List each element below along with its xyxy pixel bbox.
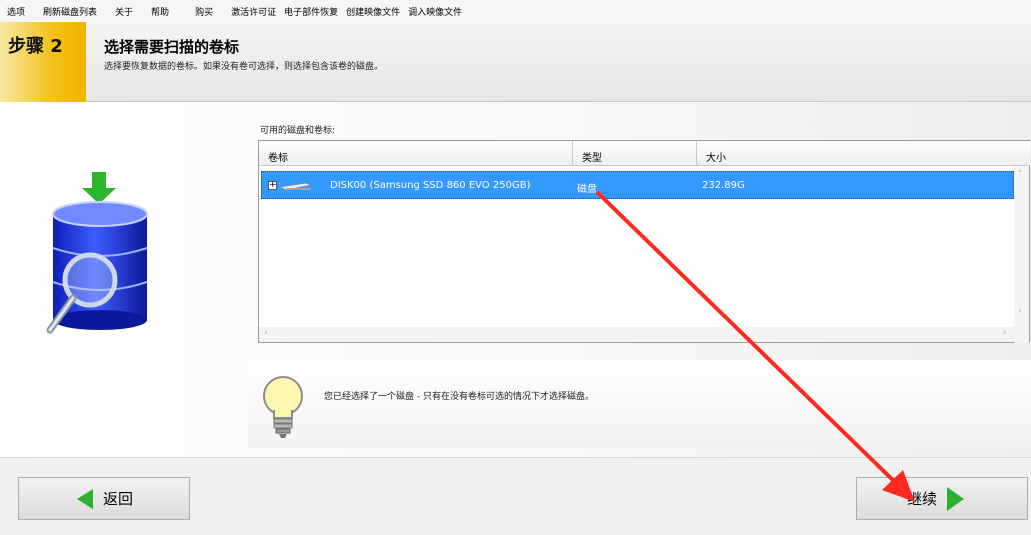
scroll-up-icon[interactable]: ˄ [1018, 170, 1023, 180]
vertical-scrollbar[interactable]: ˄ ˅ [1014, 166, 1029, 343]
menu-bar: 选项 刷新磁盘列表 关于 帮助 购买 激活许可证 电子部件恢复 创建映像文件 调… [0, 0, 1031, 22]
main-panel: 可用的磁盘和卷标: 卷标 类型 大小 + DISK00 (Samsung SSD… [0, 102, 1031, 457]
next-button[interactable]: 继续 [856, 477, 1028, 520]
menu-buy[interactable]: 购买 [195, 5, 213, 18]
menu-about[interactable]: 关于 [115, 5, 133, 18]
next-button-label: 继续 [907, 490, 938, 508]
volume-list[interactable]: 卷标 类型 大小 + DISK00 (Samsung SSD 860 EVO 2… [258, 140, 1030, 343]
row-volume-name: DISK00 (Samsung SSD 860 EVO 250GB) [330, 180, 531, 191]
lightbulb-icon [263, 376, 303, 438]
wizard-header: 步骤 2 选择需要扫描的卷标 选择要恢复数据的卷标。如果没有卷可选择，则选择包含… [0, 22, 1031, 102]
page-subtitle: 选择要恢复数据的卷标。如果没有卷可选择，则选择包含该卷的磁盘。 [104, 62, 384, 72]
row-size: 232.89G [702, 180, 745, 191]
page-title: 选择需要扫描的卷标 [104, 38, 240, 56]
horizontal-scrollbar[interactable]: ‹ › [259, 327, 1016, 342]
menu-activate-license[interactable]: 激活许可证 [231, 5, 276, 18]
step-label: 步骤 2 [8, 36, 63, 57]
back-arrow-icon [77, 488, 93, 509]
scroll-left-icon[interactable]: ‹ [264, 328, 268, 338]
menu-refresh-disks[interactable]: 刷新磁盘列表 [43, 5, 97, 18]
menu-help[interactable]: 帮助 [151, 5, 169, 18]
scroll-down-icon[interactable]: ˅ [1018, 310, 1023, 320]
hard-disk-icon [278, 182, 312, 191]
wizard-footer: 返回 继续 [0, 457, 1031, 535]
back-button[interactable]: 返回 [18, 477, 190, 520]
next-arrow-icon [947, 486, 965, 511]
column-header-volume[interactable]: 卷标 [259, 141, 573, 166]
menu-create-image[interactable]: 创建映像文件 [346, 5, 400, 18]
expand-icon[interactable]: + [268, 181, 277, 190]
menu-load-image[interactable]: 调入映像文件 [408, 5, 462, 18]
menu-electronic-recovery[interactable]: 电子部件恢复 [284, 5, 338, 18]
scroll-right-icon[interactable]: › [1003, 328, 1007, 338]
column-header-type[interactable]: 类型 [573, 141, 697, 166]
back-button-label: 返回 [103, 490, 134, 508]
volume-list-caption: 可用的磁盘和卷标: [260, 126, 336, 136]
disk-search-icon [46, 172, 148, 334]
hint-panel: 您已经选择了一个磁盘 - 只有在没有卷标可选的情况下才选择磁盘。 [248, 360, 1031, 448]
step-badge: 步骤 2 [0, 22, 86, 102]
menu-options[interactable]: 选项 [7, 5, 25, 18]
list-row-disk00[interactable]: + DISK00 (Samsung SSD 860 EVO 250GB) 磁盘 … [261, 171, 1014, 199]
hint-text: 您已经选择了一个磁盘 - 只有在没有卷标可选的情况下才选择磁盘。 [324, 392, 594, 402]
column-header-size[interactable]: 大小 [697, 141, 1030, 166]
row-type: 磁盘 [577, 184, 597, 195]
